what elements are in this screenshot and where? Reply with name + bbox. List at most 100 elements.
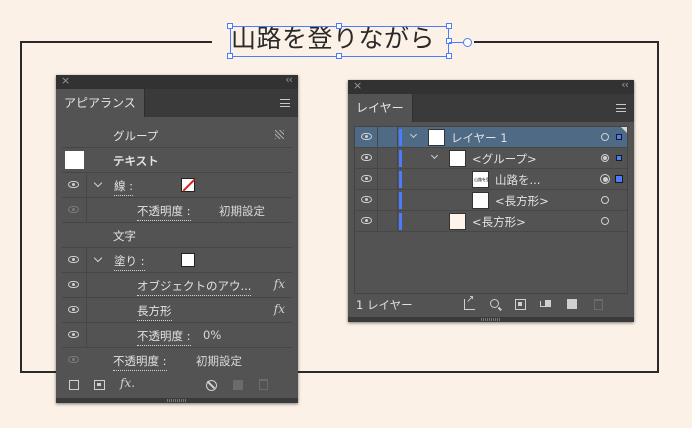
eye-icon[interactable]	[68, 206, 79, 213]
current-layer-flag	[621, 127, 627, 133]
layer-thumbnail	[428, 129, 445, 146]
selection-indicator[interactable]	[616, 155, 622, 161]
chevron-down-icon[interactable]	[409, 130, 418, 139]
fill-opacity-label[interactable]: 不透明度 :	[137, 328, 191, 346]
tab-appearance[interactable]: アピアランス	[56, 89, 145, 117]
locate-object-icon[interactable]	[490, 299, 499, 308]
layers-list: レイヤー 1 <グループ> 山路を登りながら 山路を...	[354, 126, 628, 294]
target-icon[interactable]	[601, 217, 609, 225]
selection-handle[interactable]	[446, 38, 452, 44]
panel-menu-icon[interactable]	[280, 99, 290, 107]
selection-handle[interactable]	[446, 23, 452, 29]
layer-count: 1 レイヤー	[356, 298, 413, 312]
layer-name[interactable]: レイヤー 1	[451, 130, 508, 146]
layer-name[interactable]: <グループ>	[472, 151, 537, 167]
resize-grip[interactable]	[348, 317, 634, 322]
row-group[interactable]: グループ	[62, 123, 292, 148]
eye-icon[interactable]	[361, 133, 372, 140]
selection-handle[interactable]	[336, 53, 342, 59]
target-icon[interactable]	[601, 196, 609, 204]
target-icon[interactable]	[600, 174, 610, 184]
resize-grip[interactable]	[56, 398, 298, 403]
text-label: テキスト	[113, 154, 159, 168]
layer-name[interactable]: <長方形>	[472, 214, 526, 230]
layer-row[interactable]: レイヤー 1	[355, 127, 627, 148]
eye-icon[interactable]	[361, 175, 372, 182]
layer-row[interactable]: <長方形>	[355, 190, 627, 211]
clipping-mask-icon[interactable]	[515, 299, 526, 310]
selection-handle[interactable]	[446, 53, 452, 59]
layer-row[interactable]: <グループ>	[355, 148, 627, 169]
fill-label[interactable]: 塗り :	[114, 253, 145, 271]
tab-bar: レイヤー	[348, 94, 634, 122]
row-characters[interactable]: 文字	[62, 223, 292, 248]
layer-row[interactable]: 山路を登りながら 山路を...	[355, 169, 627, 190]
eye-icon[interactable]	[68, 256, 79, 263]
collapse-icon[interactable]: ‹‹	[285, 73, 293, 86]
eye-icon[interactable]	[68, 331, 79, 338]
fill-opacity-value: 0%	[203, 328, 222, 342]
group-label: グループ	[113, 129, 159, 143]
row-text[interactable]: テキスト	[62, 148, 292, 173]
collapse-icon[interactable]: ‹‹	[621, 78, 629, 91]
eye-icon[interactable]	[68, 356, 79, 363]
eye-icon[interactable]	[68, 306, 79, 313]
characters-label: 文字	[113, 229, 136, 243]
selection-indicator[interactable]	[615, 175, 623, 183]
row-fill-opacity[interactable]: 不透明度 : 0%	[62, 323, 292, 348]
row-stroke[interactable]: 線 :	[62, 173, 292, 198]
layer-row[interactable]: <長方形>	[355, 211, 627, 232]
clear-appearance-icon[interactable]	[206, 380, 217, 391]
close-icon[interactable]: ×	[353, 79, 362, 92]
target-icon[interactable]	[601, 133, 609, 141]
chevron-down-icon[interactable]	[93, 178, 103, 188]
export-icon[interactable]	[464, 294, 475, 310]
row-fill[interactable]: 塗り :	[62, 248, 292, 273]
fx-icon: fx	[273, 302, 285, 316]
layer-thumbnail	[449, 213, 466, 230]
fill-swatch-white[interactable]	[181, 253, 195, 267]
tab-layers[interactable]: レイヤー	[348, 94, 413, 122]
row-object-outline[interactable]: オブジェクトのアウ... fx	[62, 273, 292, 298]
eye-icon[interactable]	[361, 154, 372, 161]
trash-icon[interactable]	[259, 379, 268, 390]
duplicate-item-icon[interactable]	[233, 380, 243, 390]
layer-name[interactable]: 山路を...	[495, 172, 540, 188]
layer-thumbnail	[449, 150, 466, 167]
selection-handle[interactable]	[227, 53, 233, 59]
add-new-fill-icon[interactable]	[94, 380, 105, 390]
stroke-label[interactable]: 線 :	[114, 178, 134, 196]
layers-panel: × ‹‹ レイヤー レイヤー 1 <グループ> 山路を 山路を... <長方形>…	[348, 78, 634, 322]
eye-icon[interactable]	[68, 181, 79, 188]
layer-color-bar	[399, 171, 402, 188]
row-rectangle[interactable]: 長方形 fx	[62, 298, 292, 323]
tab-bar: アピアランス	[56, 89, 298, 117]
target-icon[interactable]	[601, 154, 609, 162]
stroke-swatch-none[interactable]	[181, 178, 195, 192]
close-icon[interactable]: ×	[61, 74, 70, 87]
stroke-opacity-label[interactable]: 不透明度 :	[137, 203, 191, 221]
add-new-effect-icon[interactable]: fx.	[120, 376, 135, 390]
chevron-down-icon[interactable]	[430, 151, 439, 160]
add-new-stroke-icon[interactable]	[69, 380, 79, 390]
chevron-down-icon[interactable]	[93, 253, 103, 263]
layer-color-bar	[399, 150, 402, 167]
selection-indicator[interactable]	[616, 134, 622, 140]
trash-icon[interactable]	[594, 299, 603, 310]
panel-menu-icon[interactable]	[616, 104, 626, 112]
eye-icon[interactable]	[361, 196, 372, 203]
eye-icon[interactable]	[361, 217, 372, 224]
eye-icon[interactable]	[68, 281, 79, 288]
selection-handle[interactable]	[336, 23, 342, 29]
new-layer-icon[interactable]	[567, 299, 577, 309]
opacity-label[interactable]: 不透明度 :	[113, 353, 167, 371]
row-stroke-opacity[interactable]: 不透明度 : 初期設定	[62, 198, 292, 223]
selection-handle[interactable]	[227, 23, 233, 29]
text-out-port[interactable]	[463, 38, 472, 47]
layer-name[interactable]: <長方形>	[495, 193, 549, 209]
row-opacity[interactable]: 不透明度 : 初期設定	[62, 348, 292, 373]
layer-thumbnail	[472, 192, 489, 209]
rectangle-effect[interactable]: 長方形	[137, 303, 172, 321]
new-sublayer-icon[interactable]	[540, 299, 551, 310]
object-outline-effect[interactable]: オブジェクトのアウ...	[137, 278, 252, 296]
